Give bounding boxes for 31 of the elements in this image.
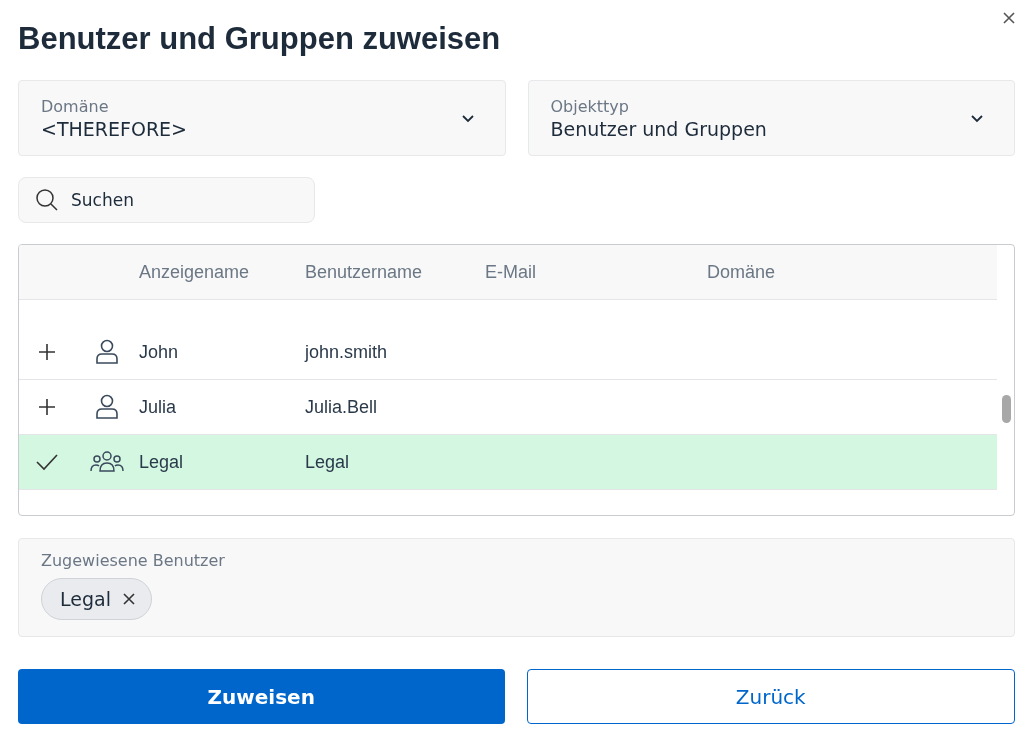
back-button[interactable]: Zurück	[526, 669, 1015, 724]
chip-label: Legal	[60, 588, 111, 610]
dropdown[interactable]: Objekttyp Benutzer und Gruppen	[527, 80, 1015, 156]
remove-icon[interactable]	[122, 593, 135, 605]
table-cell-text: John	[139, 341, 180, 363]
table-row[interactable]: Legal Legal	[19, 435, 997, 490]
chevron-down-icon	[970, 113, 984, 123]
table-cell-text: Julia.Bell	[305, 396, 379, 418]
chevron-down-icon	[460, 113, 475, 123]
table-cell-text: Legal	[305, 451, 351, 473]
table-row[interactable]: John john.smith	[19, 325, 997, 380]
assign-button[interactable]: Zuweisen	[18, 669, 505, 724]
user-chip[interactable]: Legal	[41, 578, 152, 620]
table-cell-text: Julia	[139, 396, 178, 418]
column-header[interactable]: Domäne	[707, 261, 907, 283]
table-cell-text: john.smith	[305, 341, 389, 363]
search-icon	[35, 188, 59, 212]
search-input[interactable]: Suchen	[71, 178, 314, 222]
dialog-title: Benutzer und Gruppen zuweisen	[18, 21, 501, 57]
dropdown[interactable]: Domäne <THEREFORE>	[18, 80, 506, 156]
close-icon[interactable]	[1003, 12, 1015, 24]
scrollbar-thumb[interactable]	[1002, 395, 1011, 423]
plus-icon[interactable]	[38, 398, 56, 416]
assigned-label: Zugewiesene Benutzer	[41, 551, 226, 570]
check-icon[interactable]	[35, 453, 59, 471]
column-header[interactable]: E-Mail	[485, 261, 707, 283]
column-header[interactable]: Benutzername	[305, 261, 485, 283]
column-header[interactable]: Anzeigename	[139, 261, 305, 283]
search-field[interactable]: Suchen	[18, 177, 315, 223]
plus-icon[interactable]	[38, 343, 56, 361]
table-cell-text: Legal	[139, 451, 185, 473]
